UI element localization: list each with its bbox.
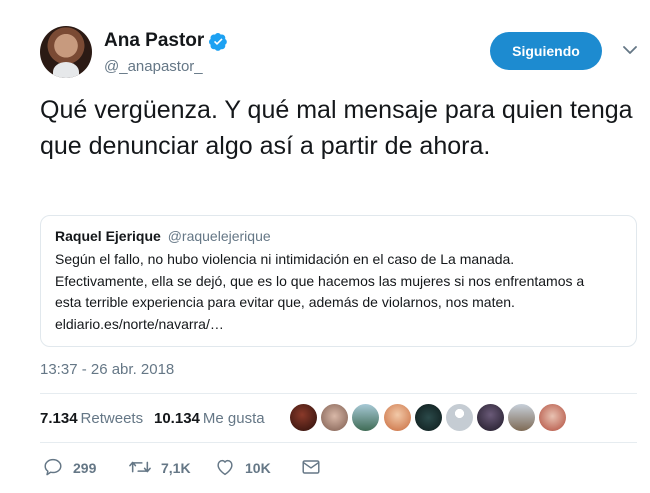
- engagement-stats: 7.134 Retweets 10.134 Me gusta: [40, 404, 640, 434]
- like-icon: [217, 459, 233, 476]
- divider: [40, 442, 637, 443]
- verified-icon: [209, 32, 228, 51]
- retweet-button[interactable]: 7,1K: [128, 456, 198, 478]
- timestamp[interactable]: 13:37 - 26 abr. 2018: [40, 361, 174, 378]
- quoted-author-handle: @raquelejerique: [167, 228, 271, 244]
- tweet-text: Qué vergüenza. Y qué mal mensaje para qu…: [40, 96, 633, 160]
- liker-avatar[interactable]: [539, 404, 566, 431]
- quoted-text-line: esta terrible experiencia para evitar qu…: [55, 294, 515, 310]
- quoted-text-line: Efectivamente, ella se dejó, que es lo q…: [55, 272, 585, 289]
- retweets-stat[interactable]: 7.134 Retweets: [40, 410, 143, 427]
- quoted-link[interactable]: eldiario.es/norte/navarra/…: [55, 314, 624, 336]
- likes-label: Me gusta: [202, 410, 265, 427]
- reply-count: 299: [73, 460, 97, 476]
- liker-avatar[interactable]: [384, 404, 411, 431]
- likes-count: 10.134: [154, 410, 200, 427]
- following-button[interactable]: Siguiendo: [490, 32, 602, 70]
- retweet-icon: [129, 461, 151, 473]
- message-icon: [302, 460, 320, 474]
- quoted-author-name: Raquel Ejerique: [55, 228, 161, 244]
- liker-avatar[interactable]: [508, 404, 535, 431]
- quoted-tweet-text: Según el fallo, no hubo violencia ni int…: [55, 249, 624, 335]
- retweet-count: 7,1K: [161, 460, 191, 476]
- quoted-tweet[interactable]: Raquel Ejerique @raquelejerique Según el…: [40, 215, 637, 347]
- like-button[interactable]: 10K: [214, 456, 274, 478]
- chevron-down-icon[interactable]: [620, 40, 640, 60]
- liker-avatar[interactable]: [477, 404, 504, 431]
- liker-avatar[interactable]: [352, 404, 379, 431]
- reply-icon: [44, 458, 62, 476]
- tweet-actions: 299 7,1K 10K: [40, 456, 640, 480]
- like-count: 10K: [245, 460, 271, 476]
- liker-avatar[interactable]: [415, 404, 442, 431]
- liker-avatar[interactable]: [321, 404, 348, 431]
- liker-avatar[interactable]: [446, 404, 473, 431]
- direct-message-button[interactable]: [300, 456, 324, 478]
- display-name[interactable]: Ana Pastor: [104, 30, 204, 52]
- retweets-count: 7.134: [40, 410, 78, 427]
- retweets-label: Retweets: [80, 410, 144, 427]
- avatar[interactable]: [40, 26, 92, 78]
- quoted-tweet-header: Raquel Ejerique @raquelejerique: [55, 227, 624, 245]
- reply-button[interactable]: 299: [42, 456, 102, 478]
- tweet-header: Ana Pastor @_anapastor_ Siguiendo: [40, 26, 640, 80]
- handle[interactable]: @_anapastor_: [104, 58, 228, 75]
- author-block: Ana Pastor @_anapastor_: [104, 30, 228, 75]
- likes-stat[interactable]: 10.134 Me gusta: [154, 410, 265, 427]
- quoted-text-line: Según el fallo, no hubo violencia ni int…: [55, 251, 515, 267]
- divider: [40, 393, 637, 394]
- liker-avatar[interactable]: [290, 404, 317, 431]
